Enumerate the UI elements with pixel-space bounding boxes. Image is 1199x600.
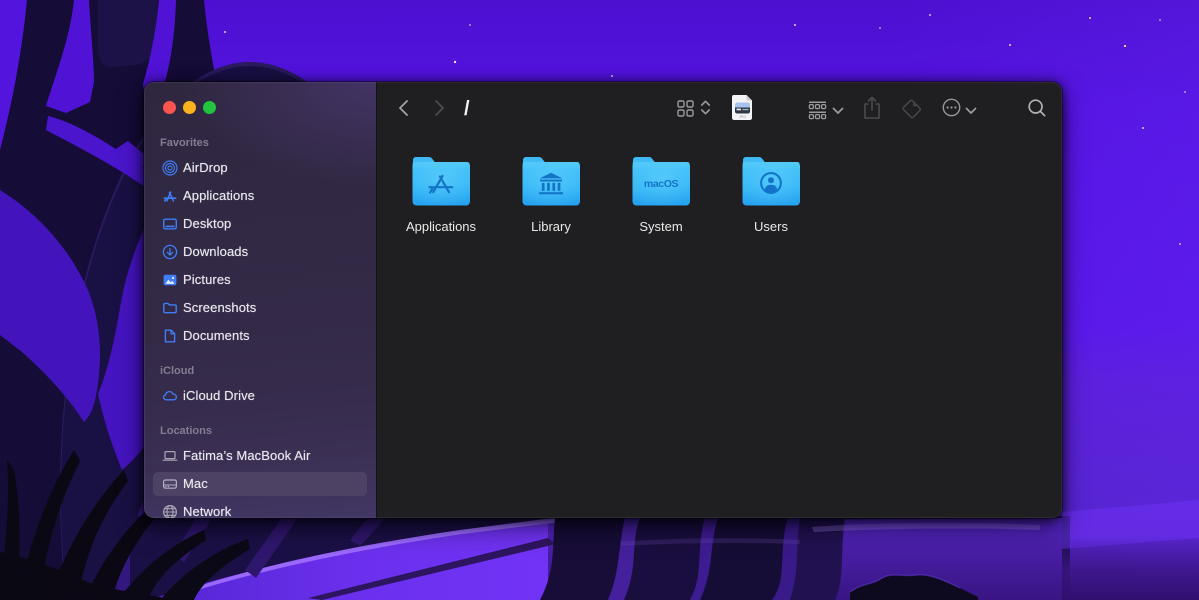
svg-text:macOS: macOS [644,178,679,190]
svg-text:JPG: JPG [739,115,746,119]
